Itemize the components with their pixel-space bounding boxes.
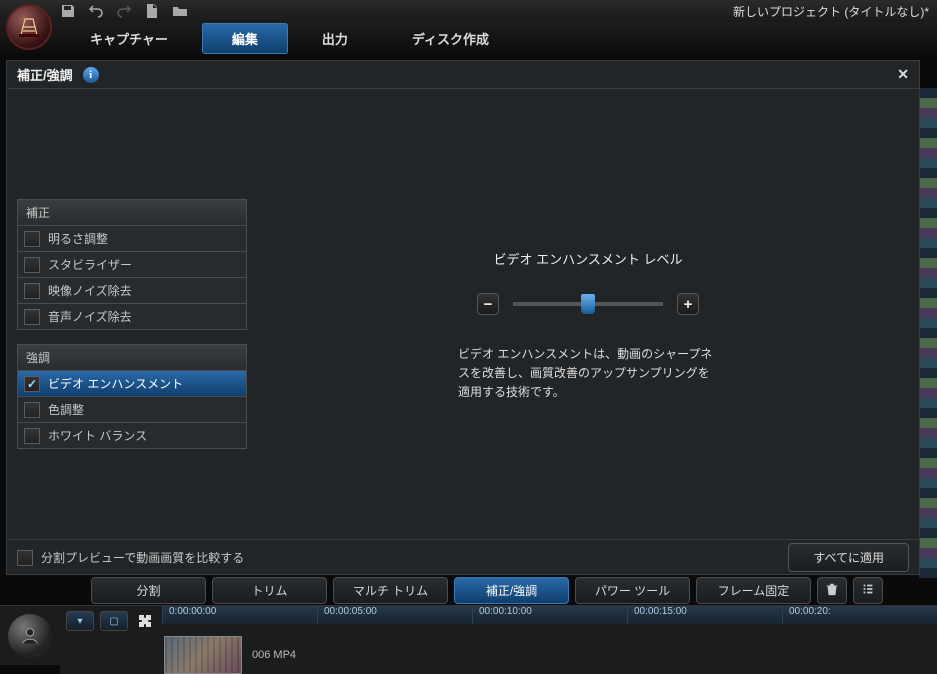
clip-trim-button[interactable]: トリム	[212, 577, 327, 604]
ruler-tick: 00:00:10:00	[472, 606, 627, 624]
enhance-group: 強調 ビデオ エンハンスメント 色調整 ホワイト バランス	[17, 344, 247, 449]
fix-brightness[interactable]: 明るさ調整	[17, 225, 247, 252]
timeline-avatar[interactable]	[8, 614, 52, 658]
clip-filename: 006 MP4	[252, 649, 296, 661]
checkbox-icon[interactable]	[24, 376, 40, 392]
checkbox-icon[interactable]	[24, 428, 40, 444]
checkbox-icon[interactable]	[24, 257, 40, 273]
timeline-tool-2[interactable]: ▢	[100, 611, 128, 631]
panel-title: 補正/強調	[17, 65, 73, 84]
checkbox-icon[interactable]	[17, 550, 33, 566]
ruler-tick: 00:00:20:	[782, 606, 937, 624]
fix-stabilizer[interactable]: スタビライザー	[17, 251, 247, 278]
checkbox-icon[interactable]	[24, 231, 40, 247]
checkbox-icon[interactable]	[24, 309, 40, 325]
timeline-tool-1[interactable]: ▾	[66, 611, 94, 631]
clip-thumbnail[interactable]	[164, 636, 242, 674]
fix-group: 補正 明るさ調整 スタビライザー 映像ノイズ除去 音声ノイズ除去	[17, 199, 247, 330]
fix-video-denoise[interactable]: 映像ノイズ除去	[17, 277, 247, 304]
split-preview-checkbox[interactable]: 分割プレビューで動画画質を比較する	[17, 549, 244, 566]
app-logo[interactable]	[6, 4, 52, 50]
tab-disc[interactable]: ディスク作成	[382, 23, 519, 54]
slider-description: ビデオ エンハンスメントは、動画のシャープネスを改善し、画質改善のアップサンプリ…	[458, 345, 718, 403]
project-title: 新しいプロジェクト (タイトルなし)*	[733, 3, 929, 20]
slider-track[interactable]	[513, 302, 663, 306]
enhance-group-header: 強調	[17, 344, 247, 371]
ruler-tick: 0:00:00:00	[162, 606, 317, 624]
redo-icon[interactable]	[116, 3, 132, 19]
split-preview-label: 分割プレビューで動画画質を比較する	[41, 549, 244, 566]
apply-all-button[interactable]: すべてに適用	[788, 543, 909, 572]
clip-frame-freeze-button[interactable]: フレーム固定	[696, 577, 811, 604]
tab-capture[interactable]: キャプチャー	[60, 23, 198, 54]
fix-enhance-panel: 補正/強調 i ✕ 補正 明るさ調整 スタビライザー 映像ノイズ除去 音声ノイズ…	[6, 60, 920, 575]
slider-minus-button[interactable]: −	[477, 293, 499, 315]
slider-thumb[interactable]	[581, 294, 595, 314]
fix-audio-denoise[interactable]: 音声ノイズ除去	[17, 303, 247, 330]
open-folder-icon[interactable]	[172, 3, 188, 19]
right-edge-strip	[919, 88, 937, 578]
clip-multi-trim-button[interactable]: マルチ トリム	[333, 577, 448, 604]
checkbox-icon[interactable]	[24, 402, 40, 418]
clip-menu-button[interactable]	[853, 577, 883, 604]
tab-output[interactable]: 出力	[292, 23, 378, 54]
tab-edit[interactable]: 編集	[202, 23, 288, 54]
enhance-video-enhancement[interactable]: ビデオ エンハンスメント	[17, 370, 247, 397]
slider-plus-button[interactable]: +	[677, 293, 699, 315]
delete-clip-button[interactable]	[817, 577, 847, 604]
save-icon[interactable]	[60, 3, 76, 19]
checkbox-icon[interactable]	[24, 283, 40, 299]
enhance-white-balance[interactable]: ホワイト バランス	[17, 422, 247, 449]
ruler-tick: 00:00:05:00	[317, 606, 472, 624]
clip-split-button[interactable]: 分割	[91, 577, 206, 604]
enhance-color-adjust[interactable]: 色調整	[17, 396, 247, 423]
new-file-icon[interactable]	[144, 3, 160, 19]
puzzle-icon[interactable]	[134, 610, 156, 632]
undo-icon[interactable]	[88, 3, 104, 19]
close-icon[interactable]: ✕	[897, 66, 909, 83]
fix-group-header: 補正	[17, 199, 247, 226]
slider-title: ビデオ エンハンスメント レベル	[307, 249, 869, 268]
clip-fix-enhance-button[interactable]: 補正/強調	[454, 577, 569, 604]
ruler-tick: 00:00:15:00	[627, 606, 782, 624]
clip-power-tool-button[interactable]: パワー ツール	[575, 577, 690, 604]
info-icon[interactable]: i	[83, 67, 99, 83]
